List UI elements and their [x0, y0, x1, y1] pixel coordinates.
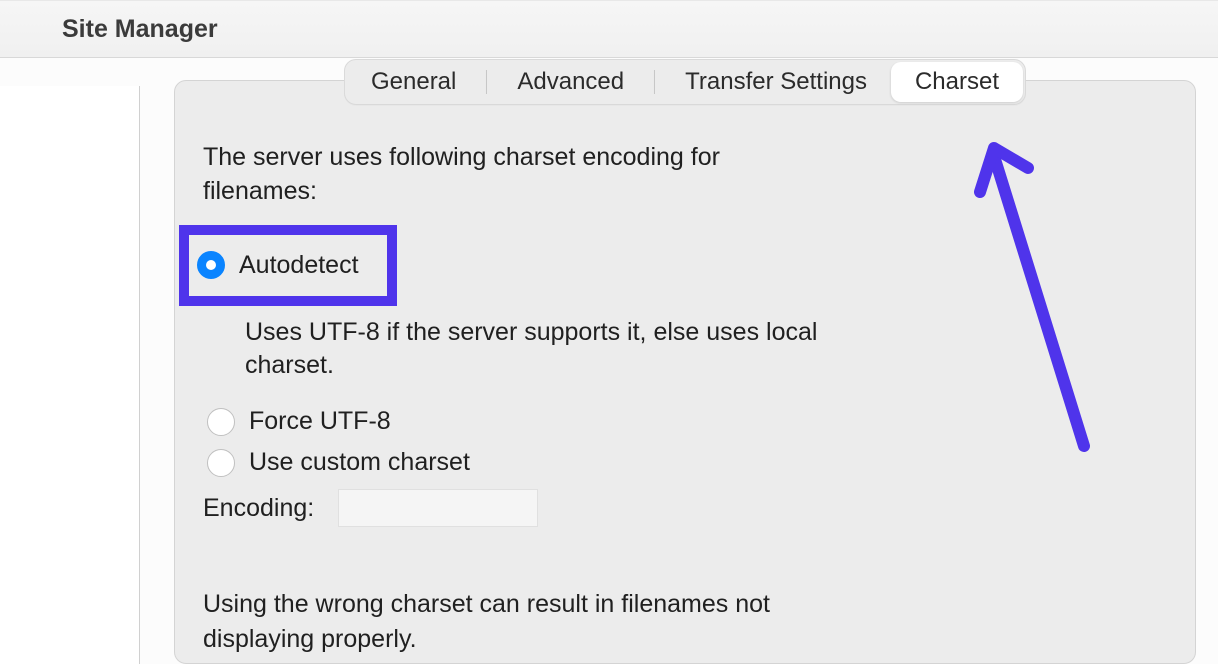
- window-title: Site Manager: [62, 15, 218, 44]
- encoding-label: Encoding:: [203, 494, 314, 523]
- charset-heading: The server uses following charset encodi…: [203, 141, 823, 209]
- radio-autodetect[interactable]: [197, 251, 225, 279]
- tab-advanced[interactable]: Advanced: [493, 62, 648, 102]
- tab-strip: General Advanced Transfer Settings Chars…: [344, 59, 1026, 105]
- encoding-input[interactable]: [338, 489, 538, 527]
- radio-autodetect-row[interactable]: Autodetect: [197, 251, 359, 280]
- radio-custom-row[interactable]: Use custom charset: [207, 448, 1163, 477]
- tab-transfer-settings[interactable]: Transfer Settings: [661, 62, 891, 102]
- radio-force-utf8-row[interactable]: Force UTF-8: [207, 407, 1163, 436]
- radio-force-utf8-label: Force UTF-8: [249, 407, 391, 436]
- charset-panel: General Advanced Transfer Settings Chars…: [174, 80, 1196, 664]
- sidebar[interactable]: [0, 86, 140, 664]
- radio-autodetect-label: Autodetect: [239, 251, 359, 280]
- radio-force-utf8[interactable]: [207, 408, 235, 436]
- charset-panel-wrap: General Advanced Transfer Settings Chars…: [174, 80, 1218, 664]
- radio-custom-label: Use custom charset: [249, 448, 470, 477]
- encoding-row: Encoding:: [203, 489, 1163, 527]
- workspace: General Advanced Transfer Settings Chars…: [0, 58, 1218, 664]
- radio-custom[interactable]: [207, 449, 235, 477]
- tab-separator: [486, 70, 487, 94]
- tab-general[interactable]: General: [347, 62, 480, 102]
- charset-warning: Using the wrong charset can result in fi…: [203, 587, 843, 657]
- autodetect-help: Uses UTF-8 if the server supports it, el…: [245, 316, 825, 384]
- annotation-highlight: Autodetect: [179, 225, 397, 306]
- tab-charset[interactable]: Charset: [891, 62, 1023, 102]
- tab-separator: [654, 70, 655, 94]
- titlebar: Site Manager: [0, 0, 1218, 58]
